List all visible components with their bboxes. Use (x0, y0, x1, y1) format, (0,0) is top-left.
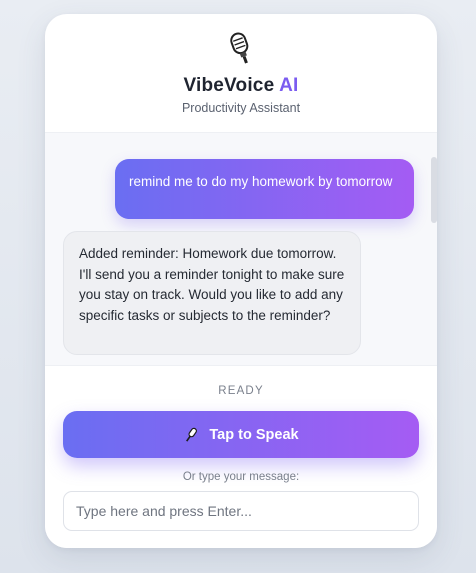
assistant-message: Added reminder: Homework due tomorrow. I… (63, 231, 361, 355)
chat-scrollbar[interactable] (431, 157, 437, 223)
app-subtitle: Productivity Assistant (181, 101, 301, 115)
app-header: VibeVoice AI Productivity Assistant (45, 14, 437, 133)
input-controls: READY Tap to Speak Or type your message: (45, 365, 437, 548)
microphone-icon (230, 32, 249, 64)
assistant-card: VibeVoice AI Productivity Assistant remi… (45, 14, 437, 548)
app-title-main: VibeVoice (183, 75, 275, 96)
status-label: READY (218, 385, 264, 397)
microphone-icon (186, 427, 198, 442)
app-title-accent: AI (279, 75, 299, 96)
message-input[interactable] (63, 491, 419, 531)
user-message: remind me to do my homework by tomorrow (115, 159, 414, 219)
app-title: VibeVoice AI (45, 75, 437, 97)
chat-log[interactable]: remind me to do my homework by tomorrow … (45, 133, 437, 365)
tap-to-speak-button[interactable]: Tap to Speak (63, 411, 419, 458)
type-hint: Or type your message: (182, 471, 300, 483)
tap-to-speak-label: Tap to Speak (209, 426, 299, 443)
